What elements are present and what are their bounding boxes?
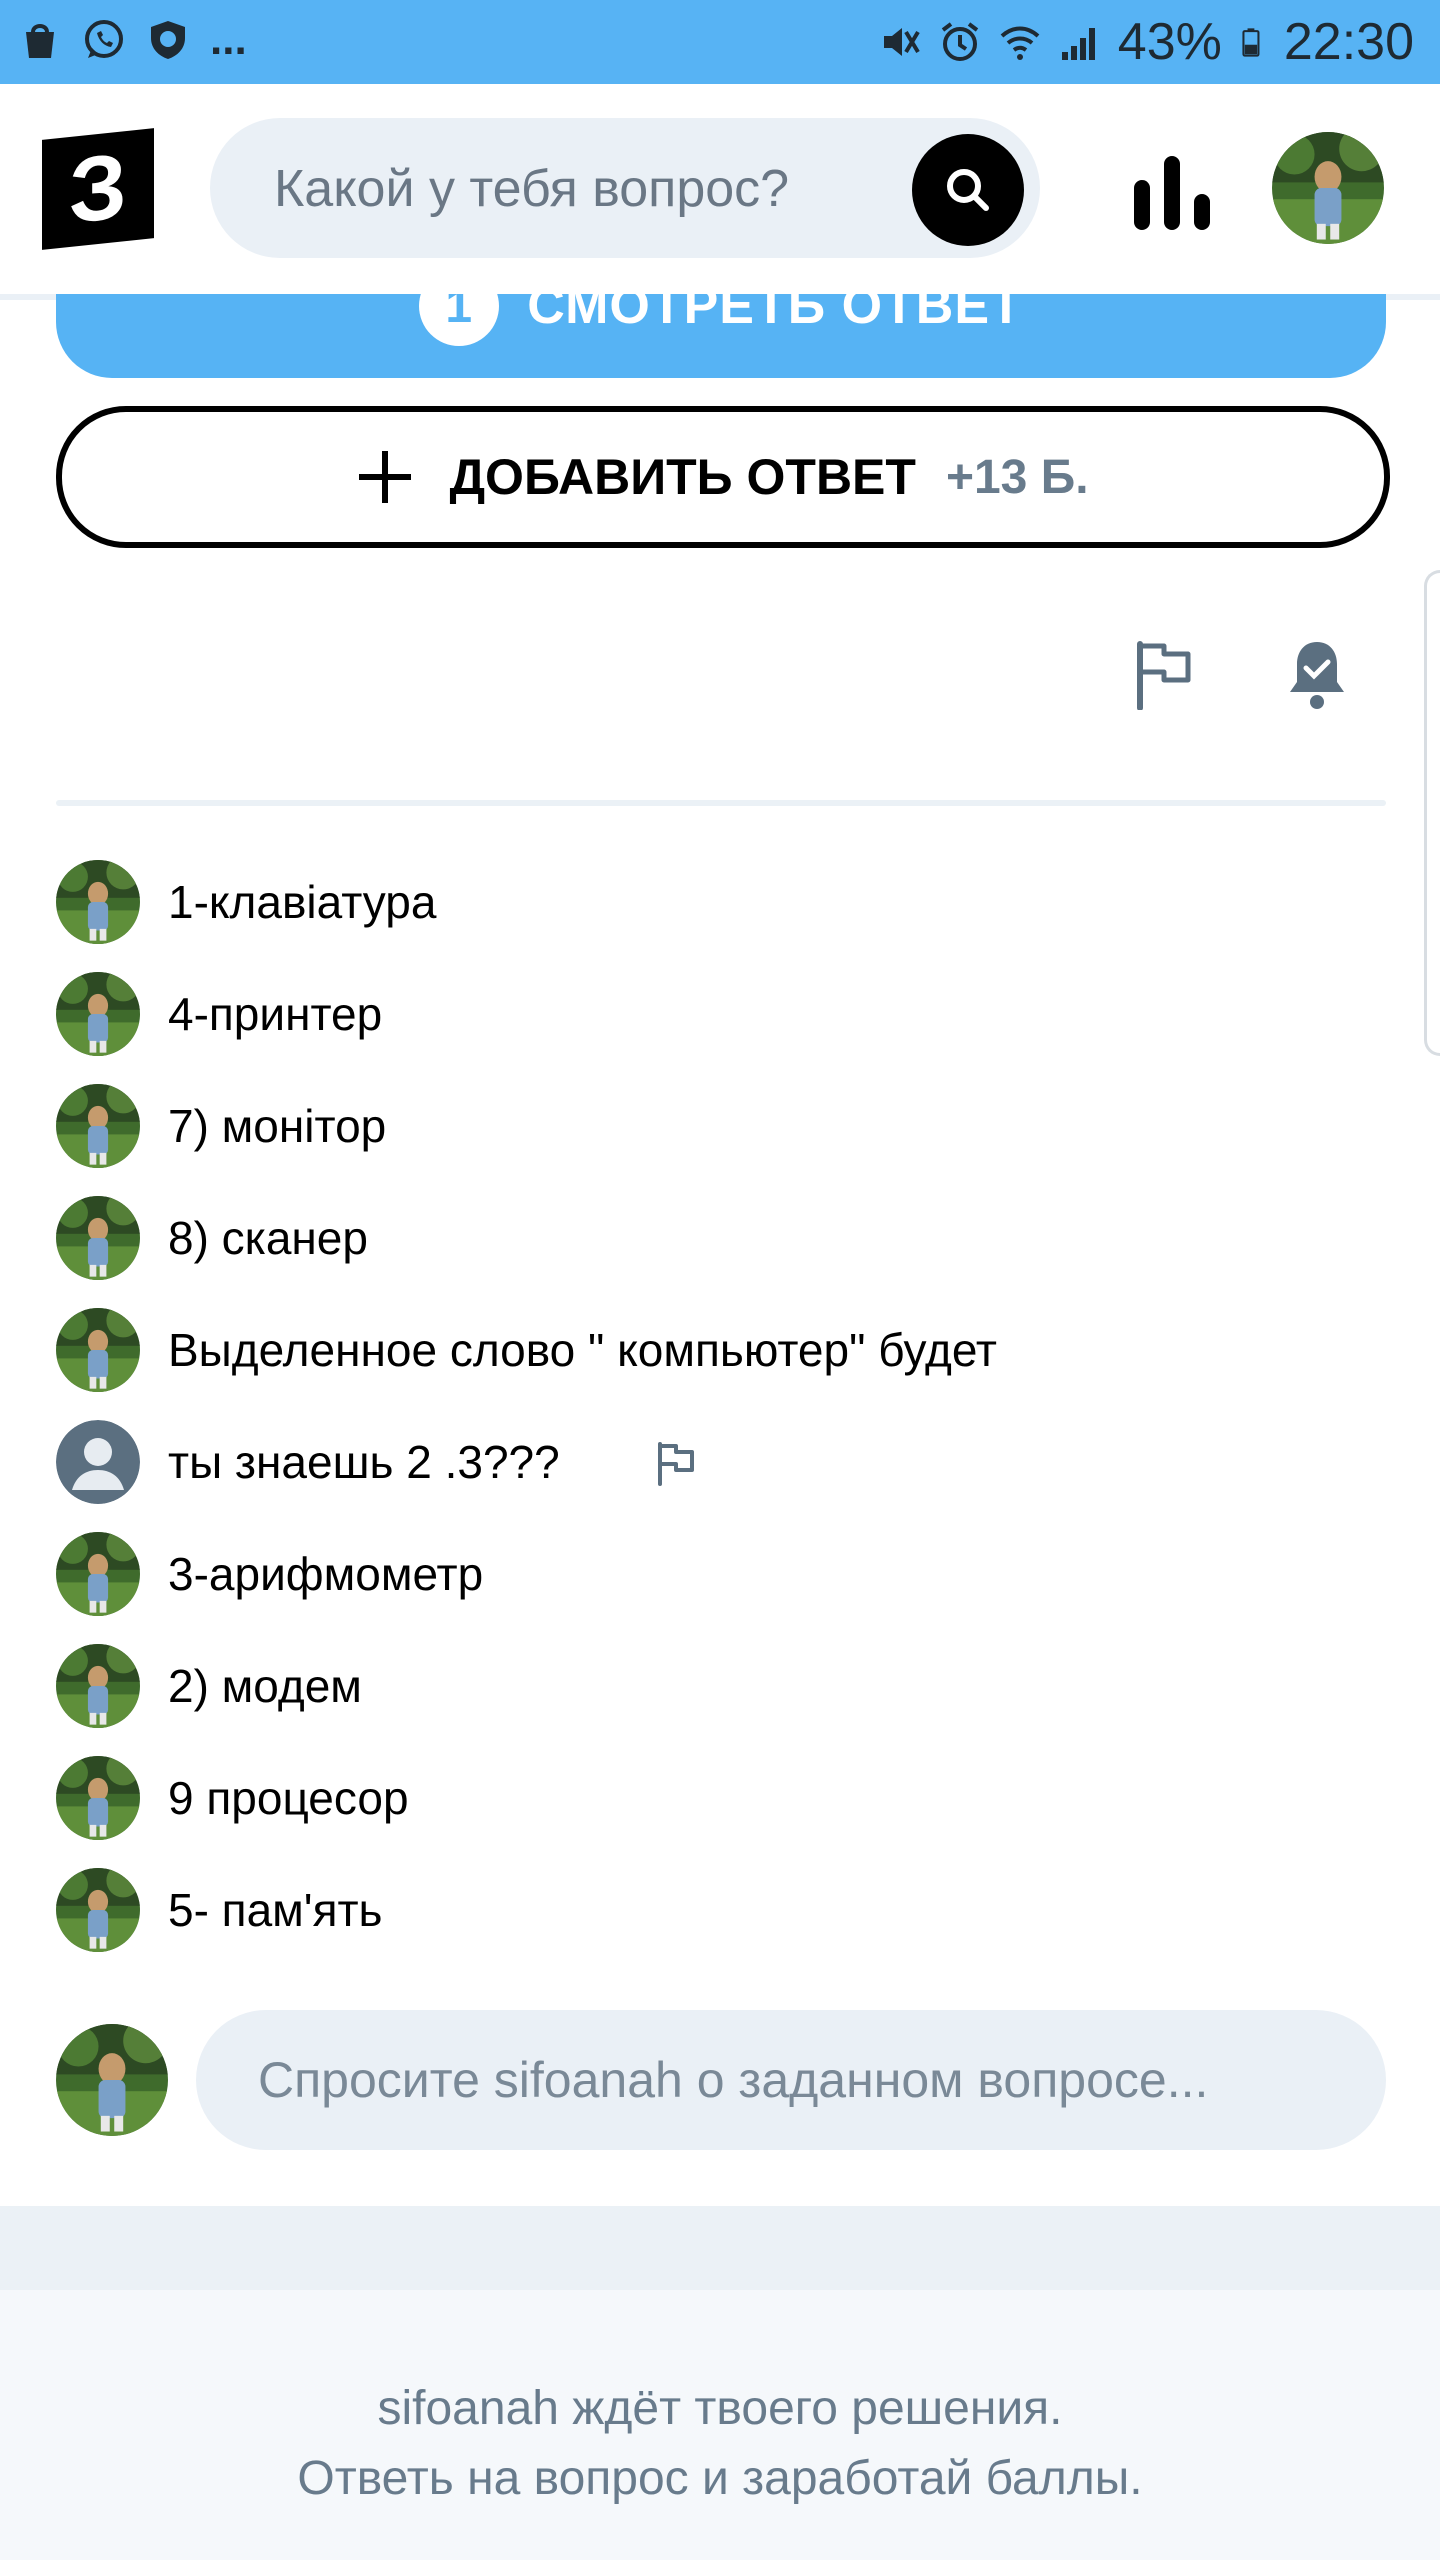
comment-item: 1-клавіатура <box>56 860 1386 972</box>
user-icon <box>56 1420 140 1504</box>
cta-line-1: sifoanah ждёт твоего решения. <box>377 2382 1063 2435</box>
search-bar <box>210 118 1040 260</box>
answer-cta-text: sifoanah ждёт твоего решения. Ответь на … <box>0 2374 1440 2514</box>
report-flag-icon[interactable] <box>1134 640 1194 710</box>
shield-icon <box>151 21 185 59</box>
comment-item: 7) монітор <box>56 1084 1386 1196</box>
search-input[interactable] <box>272 118 896 260</box>
app-logo[interactable]: З <box>42 128 154 250</box>
commenter-avatar[interactable] <box>56 972 140 1056</box>
app-header: З <box>0 84 1440 300</box>
search-button[interactable] <box>912 134 1024 246</box>
comment-item: 8) сканер <box>56 1196 1386 1308</box>
mute-icon <box>883 28 920 56</box>
section-divider <box>56 800 1386 806</box>
search-icon <box>947 169 989 211</box>
profile-avatar[interactable] <box>1272 132 1384 244</box>
comment-item: 9 процесор <box>56 1756 1386 1868</box>
follow-bell-icon[interactable] <box>1286 638 1348 710</box>
comment-text: Выделенное слово " компьютер" будет <box>168 1324 997 1376</box>
alarm-icon <box>941 22 978 61</box>
comment-item: 4-принтер <box>56 972 1386 1084</box>
commenter-avatar[interactable] <box>56 1644 140 1728</box>
comment-item: 3-арифмометр <box>56 1532 1386 1644</box>
comment-item: ты знаешь 2 .3??? <box>56 1420 1386 1532</box>
answer-count-badge: 1 <box>419 294 500 346</box>
view-answer-label: СМОТРЕТЬ ОТВЕТ <box>527 294 1023 335</box>
ask-comment-input[interactable] <box>196 2010 1386 2150</box>
comments-list: 1-клавіатура 4-принтер 7) монітор 8) ска… <box>56 860 1386 1980</box>
add-answer-label: ДОБАВИТЬ ОТВЕТ <box>449 449 916 505</box>
status-bar: ... 43% 22:30 <box>0 0 1440 84</box>
comment-text: 8) сканер <box>168 1212 368 1264</box>
plus-icon <box>359 451 412 503</box>
battery-icon <box>1242 28 1260 57</box>
comment-text: 4-принтер <box>168 988 383 1040</box>
comment-item: Выделенное слово " компьютер" будет <box>56 1308 1386 1420</box>
add-answer-button[interactable]: ДОБАВИТЬ ОТВЕТ +13 Б. <box>56 406 1390 548</box>
comment-text: 2) модем <box>168 1660 362 1712</box>
comment-item: 5- пам'ять <box>56 1868 1386 1980</box>
commenter-avatar[interactable] <box>56 1868 140 1952</box>
current-user-avatar <box>56 2024 168 2136</box>
default-user-avatar[interactable] <box>56 1420 140 1504</box>
commenter-avatar[interactable] <box>56 1308 140 1392</box>
comment-text: 5- пам'ять <box>168 1884 383 1936</box>
commenter-avatar[interactable] <box>56 860 140 944</box>
battery-percent: 43% <box>1117 13 1222 71</box>
commenter-avatar[interactable] <box>56 1532 140 1616</box>
whatsapp-icon <box>85 20 123 58</box>
report-comment-flag-icon[interactable] <box>656 1442 696 1486</box>
shopping-bag-icon <box>26 24 54 58</box>
clock: 22:30 <box>1283 13 1414 71</box>
signal-icon <box>1061 28 1095 60</box>
commenter-avatar[interactable] <box>56 1756 140 1840</box>
commenter-avatar[interactable] <box>56 1196 140 1280</box>
comment-text: 7) монітор <box>168 1100 387 1152</box>
comment-text: ты знаешь 2 .3??? <box>168 1436 560 1488</box>
comment-text: 9 процесор <box>168 1772 409 1824</box>
leaderboard-icon[interactable] <box>1132 154 1212 234</box>
commenter-avatar[interactable] <box>56 1084 140 1168</box>
view-answer-button[interactable]: 1 СМОТРЕТЬ ОТВЕТ <box>56 294 1386 378</box>
status-overflow: ... <box>210 15 247 64</box>
comment-text: 1-клавіатура <box>168 876 437 928</box>
comment-text: 3-арифмометр <box>168 1548 484 1600</box>
cta-line-2: Ответь на вопрос и заработай баллы. <box>297 2452 1143 2505</box>
add-answer-points: +13 Б. <box>945 450 1089 504</box>
side-drawer-handle[interactable] <box>1424 570 1440 1056</box>
wifi-icon <box>1000 26 1040 60</box>
section-separator <box>0 2206 1440 2290</box>
comment-item: 2) модем <box>56 1644 1386 1756</box>
